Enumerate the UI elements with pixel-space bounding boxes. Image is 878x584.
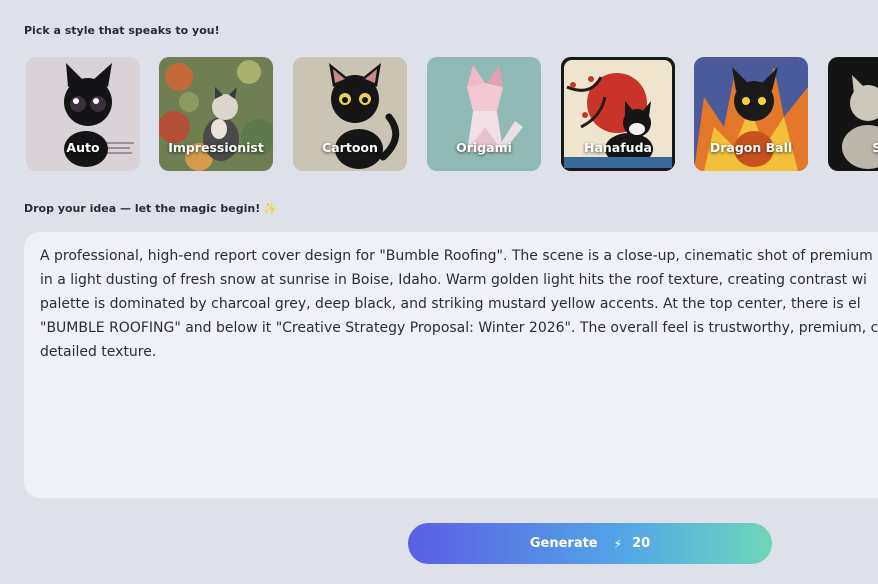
style-generator-panel: Pick a style that speaks to you! Auto Im… — [0, 0, 878, 584]
style-card-impressionist[interactable]: Impressionist — [159, 57, 273, 171]
prompt-text[interactable]: A professional, high-end report cover de… — [40, 244, 878, 364]
generate-label: Generate — [529, 536, 598, 551]
style-label: Auto — [66, 140, 100, 155]
style-label: Hanafuda — [584, 140, 652, 155]
style-card-hanafuda[interactable]: Hanafuda — [561, 57, 675, 171]
style-label: Cartoon — [322, 140, 378, 155]
style-carousel[interactable]: Auto Impressionist Cartoon Origami Hanaf… — [26, 57, 878, 171]
generate-button[interactable]: Generate ⚡ 20 — [408, 523, 772, 564]
lightning-bolt-icon: ⚡ — [613, 536, 623, 551]
idea-section-label: Drop your idea — let the magic begin! ✨ — [24, 202, 277, 215]
style-section-label: Pick a style that speaks to you! — [24, 24, 220, 37]
sparkle-icon: ✨ — [263, 202, 277, 215]
style-label: Scu — [872, 140, 878, 155]
style-label: Impressionist — [168, 140, 264, 155]
style-label: Dragon Ball — [709, 140, 793, 155]
prompt-textarea[interactable]: A professional, high-end report cover de… — [24, 232, 878, 498]
credit-cost: 20 — [632, 536, 651, 551]
style-label: Origami — [456, 140, 512, 155]
style-card-sculpture[interactable]: Scu — [828, 57, 878, 171]
style-card-dragon-ball[interactable]: Dragon Ball — [694, 57, 808, 171]
style-card-origami[interactable]: Origami — [427, 57, 541, 171]
style-card-auto[interactable]: Auto — [26, 57, 140, 171]
style-card-cartoon[interactable]: Cartoon — [293, 57, 407, 171]
idea-label-text: Drop your idea — let the magic begin! — [24, 202, 261, 215]
